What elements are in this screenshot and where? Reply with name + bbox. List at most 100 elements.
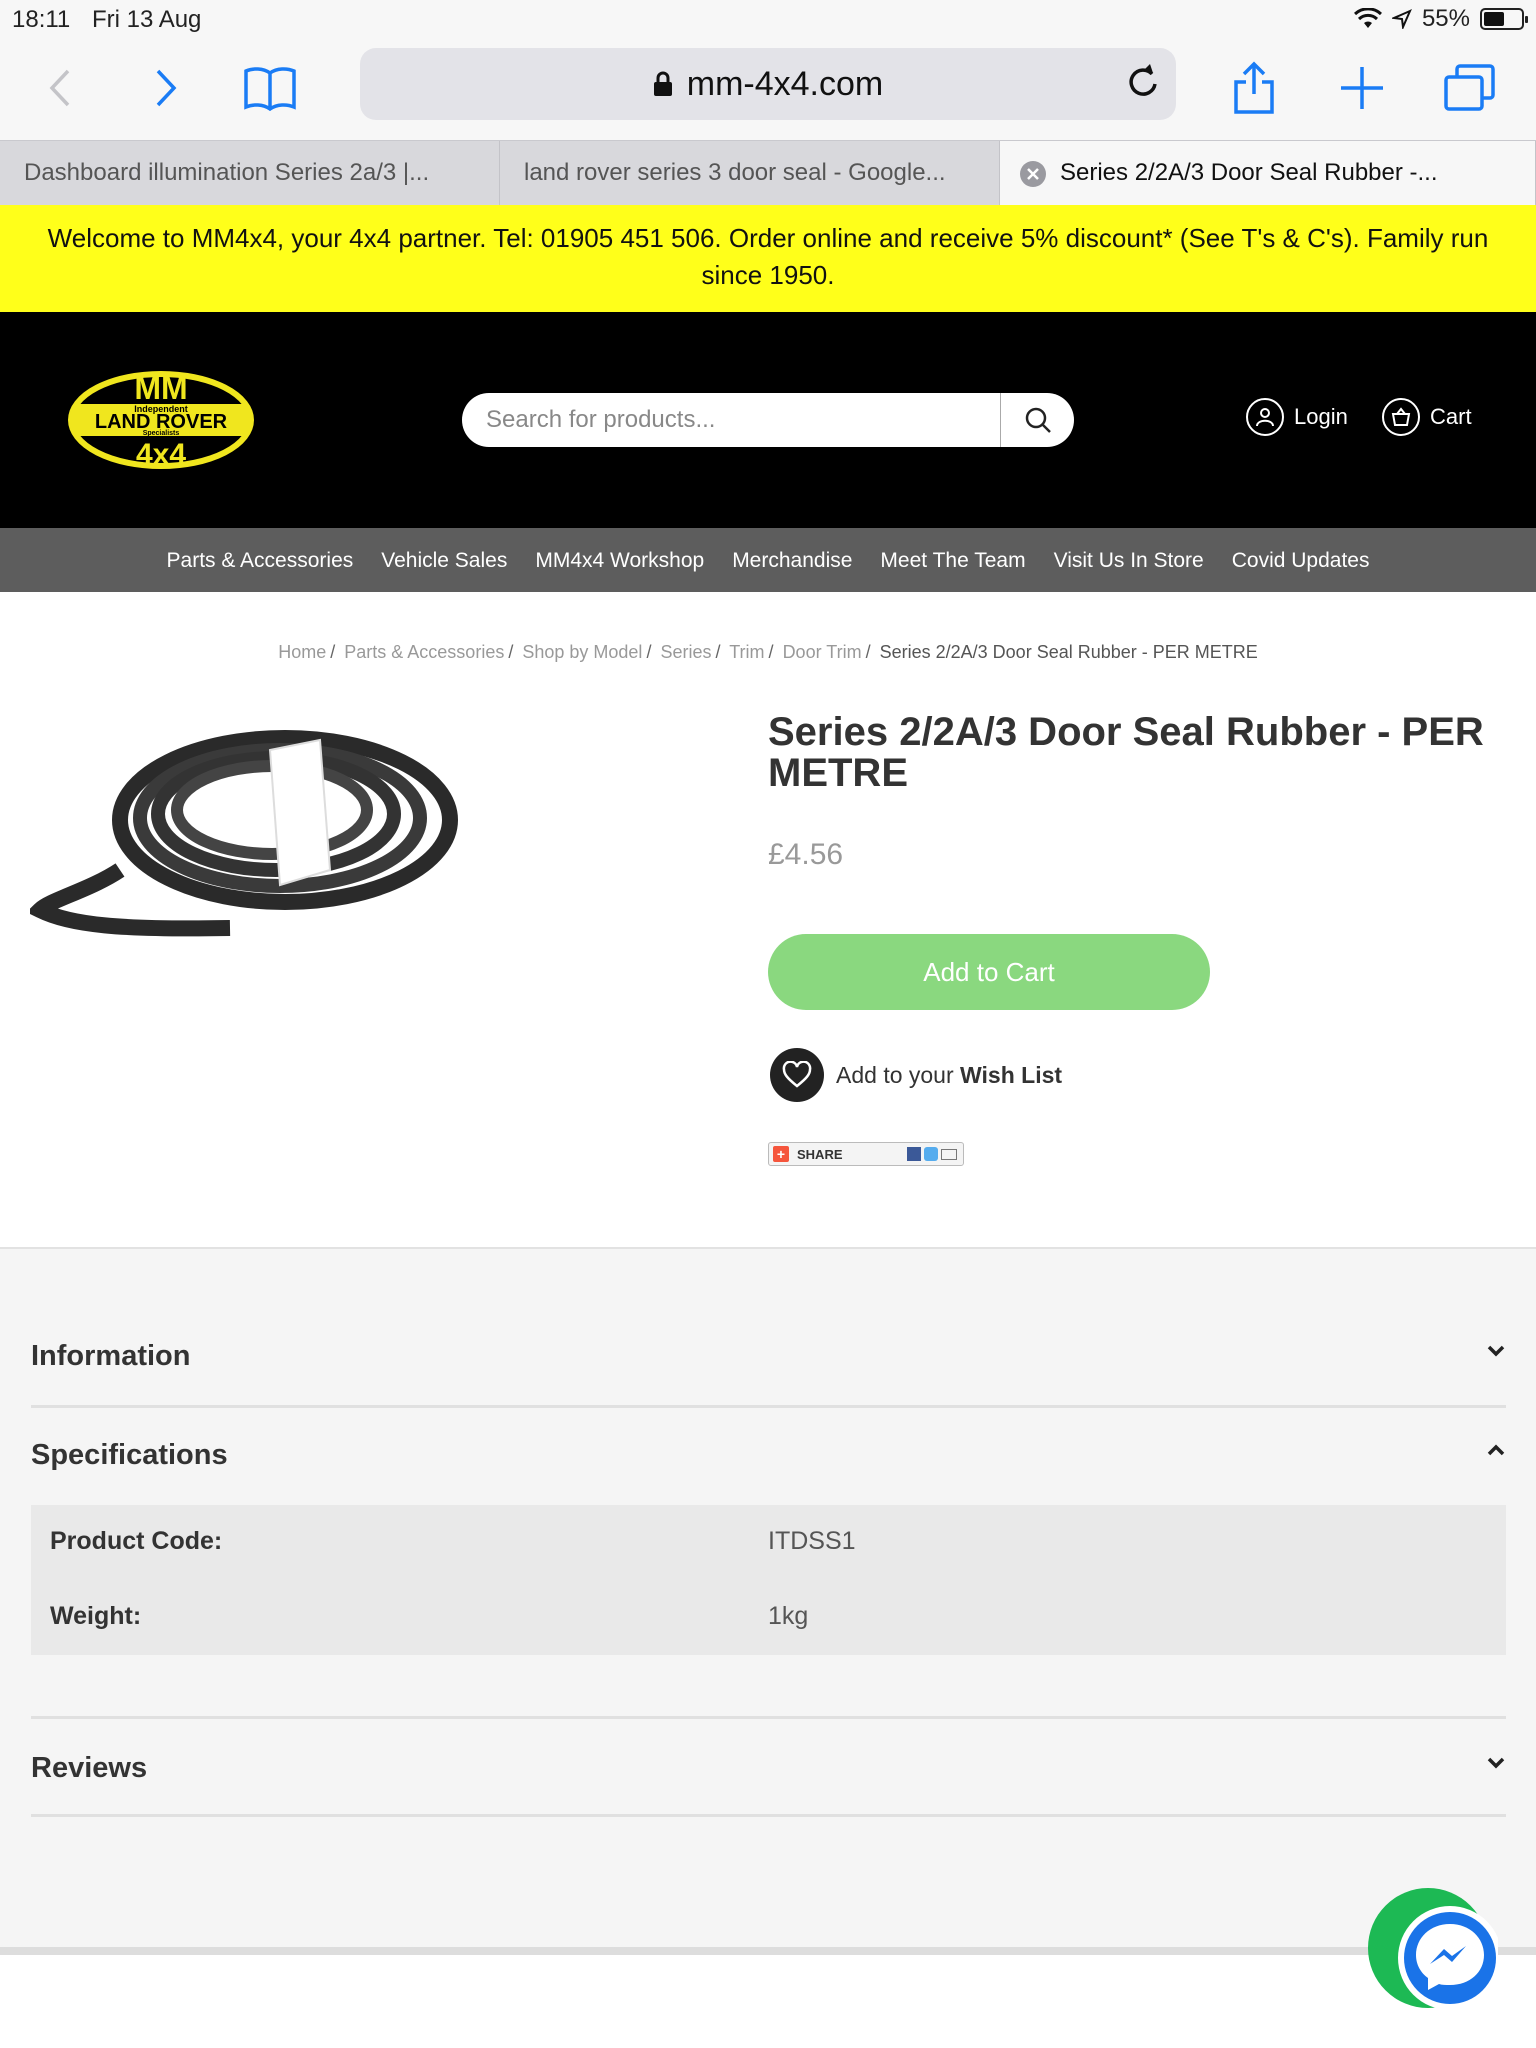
- product-image[interactable]: [26, 700, 480, 970]
- svg-text:4x4: 4x4: [136, 438, 186, 471]
- add-to-cart-button[interactable]: Add to Cart: [768, 934, 1210, 1010]
- login-link[interactable]: Login: [1246, 398, 1348, 436]
- tab-google-search[interactable]: land rover series 3 door seal - Google..…: [500, 141, 1000, 205]
- nav-vehicle-sales[interactable]: Vehicle Sales: [367, 528, 521, 592]
- spec-value: 1kg: [768, 1602, 809, 1630]
- search-icon: [1025, 407, 1051, 433]
- user-icon: [1246, 398, 1284, 436]
- breadcrumb: Home / Parts & Accessories / Shop by Model…: [278, 642, 1258, 662]
- welcome-text: Welcome to MM4x4, your 4x4 partner. Tel:…: [47, 223, 1489, 290]
- login-label: Login: [1294, 404, 1348, 429]
- svg-text:MM: MM: [134, 370, 187, 406]
- tabs-overview-button[interactable]: [1442, 60, 1498, 116]
- divider: [31, 1716, 1506, 1719]
- tab-label: Dashboard illumination Series 2a/3 |...: [24, 159, 430, 186]
- location-icon: [1391, 9, 1412, 29]
- bookmarks-button[interactable]: [242, 60, 298, 116]
- tabs-icon: [1444, 64, 1495, 111]
- information-accordion[interactable]: Information: [31, 1340, 1506, 1373]
- nav-merchandise[interactable]: Merchandise: [718, 528, 866, 592]
- status-bar: 18:11 Fri 13 Aug 55%: [0, 0, 1536, 42]
- book-icon: [244, 67, 296, 111]
- cart-label: Cart: [1430, 404, 1472, 429]
- back-button[interactable]: [32, 60, 88, 116]
- nav-workshop[interactable]: MM4x4 Workshop: [521, 528, 718, 592]
- browser-toolbar: mm-4x4.com: [0, 42, 1536, 140]
- product-price: £4.56: [768, 838, 844, 871]
- heart-icon: [770, 1048, 824, 1102]
- address-bar[interactable]: mm-4x4.com: [360, 48, 1176, 120]
- svg-text:Specialists: Specialists: [143, 430, 180, 437]
- divider: [31, 1405, 1506, 1408]
- nav-parts-accessories[interactable]: Parts & Accessories: [153, 528, 368, 592]
- search-input[interactable]: [486, 393, 986, 447]
- cart-link[interactable]: Cart: [1382, 398, 1472, 436]
- chevron-down-icon: [1487, 1757, 1505, 1769]
- spec-value: ITDSS1: [768, 1527, 856, 1555]
- main-nav: Parts & Accessories Vehicle Sales MM4x4 …: [0, 528, 1536, 592]
- chevron-left-icon: [49, 69, 70, 107]
- breadcrumb-shop-by-model[interactable]: Shop by Model: [522, 642, 642, 662]
- site-header: MM Independent LAND ROVER Specialists 4x…: [0, 312, 1536, 528]
- date: Fri 13 Aug: [92, 6, 202, 33]
- chevron-right-icon: [156, 69, 177, 107]
- footer-divider: [0, 1947, 1536, 1955]
- chat-widget[interactable]: [1368, 1888, 1502, 2018]
- battery-icon: [1480, 8, 1528, 30]
- facebook-icon[interactable]: [907, 1147, 921, 1161]
- divider: [31, 1814, 1506, 1817]
- search-button[interactable]: [1000, 393, 1074, 447]
- twitter-icon[interactable]: [924, 1147, 938, 1161]
- tab-door-seal[interactable]: Series 2/2A/3 Door Seal Rubber -...: [1000, 141, 1536, 205]
- breadcrumb-series[interactable]: Series: [660, 642, 711, 662]
- spec-label: Product Code:: [50, 1527, 223, 1555]
- clock: 18:11: [12, 6, 71, 33]
- site-logo[interactable]: MM Independent LAND ROVER Specialists 4x…: [66, 368, 256, 477]
- status-icons: 55%: [1353, 5, 1528, 33]
- basket-icon: [1382, 398, 1420, 436]
- reviews-heading: Reviews: [31, 1752, 148, 1784]
- breadcrumb-current: Series 2/2A/3 Door Seal Rubber - PER MET…: [879, 642, 1258, 662]
- url-text: mm-4x4.com: [686, 64, 884, 103]
- lock-icon: [653, 71, 672, 96]
- breadcrumb-home[interactable]: Home: [278, 642, 326, 662]
- specifications-heading: Specifications: [31, 1439, 228, 1471]
- nav-visit-store[interactable]: Visit Us In Store: [1040, 528, 1218, 592]
- tab-label: Series 2/2A/3 Door Seal Rubber -...: [1060, 159, 1438, 186]
- nav-meet-the-team[interactable]: Meet The Team: [866, 528, 1039, 592]
- specifications-accordion[interactable]: Specifications: [31, 1439, 1506, 1472]
- share-label: SHARE: [797, 1146, 843, 1162]
- tab-dashboard-illumination[interactable]: Dashboard illumination Series 2a/3 |...: [0, 141, 500, 205]
- share-icon: [1234, 61, 1274, 114]
- wifi-icon: [1353, 8, 1382, 28]
- add-to-wishlist[interactable]: Add to your Wish List: [770, 1048, 1062, 1102]
- chevron-down-icon: [1487, 1345, 1505, 1357]
- reload-icon[interactable]: [1122, 62, 1162, 102]
- forward-button[interactable]: [138, 60, 194, 116]
- plus-icon: [1341, 67, 1383, 109]
- specifications-table: Product Code: ITDSS1 Weight: 1kg: [31, 1505, 1506, 1655]
- wishlist-prefix: Add to your: [836, 1061, 961, 1088]
- share-button[interactable]: [1226, 60, 1282, 116]
- spec-row-weight: Weight: 1kg: [31, 1580, 1506, 1655]
- chevron-up-icon: [1487, 1444, 1505, 1456]
- product-title: Series 2/2A/3 Door Seal Rubber - PER MET…: [768, 710, 1484, 795]
- spec-row-product-code: Product Code: ITDSS1: [31, 1505, 1506, 1580]
- tab-bar: Dashboard illumination Series 2a/3 |... …: [0, 140, 1536, 205]
- new-tab-button[interactable]: [1334, 60, 1390, 116]
- addthis-plus-icon: +: [773, 1146, 789, 1162]
- close-tab-icon[interactable]: [1020, 161, 1046, 187]
- spec-label: Weight:: [50, 1602, 142, 1630]
- nav-covid-updates[interactable]: Covid Updates: [1218, 528, 1384, 592]
- tab-label: land rover series 3 door seal - Google..…: [524, 159, 946, 186]
- reviews-accordion[interactable]: Reviews: [31, 1752, 1506, 1785]
- wishlist-label: Wish List: [960, 1061, 1063, 1088]
- battery-percent: 55%: [1421, 5, 1470, 32]
- share-widget[interactable]: + SHARE: [768, 1142, 964, 1166]
- breadcrumb-trim[interactable]: Trim: [729, 642, 764, 662]
- breadcrumb-parts[interactable]: Parts & Accessories: [344, 642, 504, 662]
- email-icon[interactable]: [941, 1148, 957, 1160]
- welcome-banner: Welcome to MM4x4, your 4x4 partner. Tel:…: [0, 205, 1536, 312]
- product-search: [462, 393, 1074, 447]
- breadcrumb-door-trim[interactable]: Door Trim: [783, 642, 862, 662]
